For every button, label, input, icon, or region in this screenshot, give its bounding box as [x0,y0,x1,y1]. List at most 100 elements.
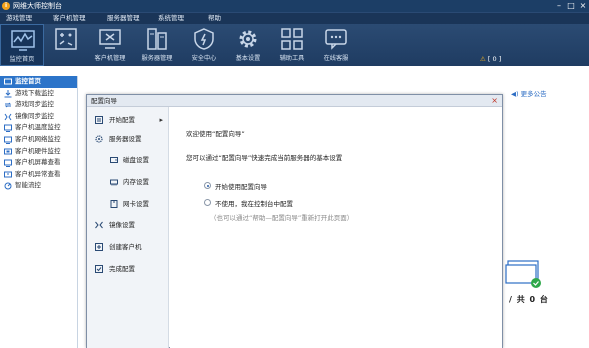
announcement-link[interactable]: ◀) 更多公告 [511,88,547,98]
sidebar-item-label: 客户机屏幕查看 [15,158,61,167]
sidebar-item-game-download[interactable]: 游戏下载监控 [0,88,77,100]
description-text: 您可以通过“配置向导”快速完成当前服务器的基本设置 [186,154,343,162]
error-icon [4,171,12,178]
tool-label: 服务器管理 [141,55,173,62]
sync-icon [4,102,12,108]
chat-icon [325,29,347,50]
mirror-icon [95,221,103,229]
wizard-step-label: 磁盘设置 [123,156,149,164]
wizard-step-label: 镜像设置 [109,221,135,229]
finish-config-icon [95,265,103,273]
config-wizard-dialog: 配置向导 × 开始配置 ▸ 服务器设置 磁盘设置 内存设置 网卡设置 镜像设置 [86,94,503,348]
sidebar-item-label: 客户机硬件监控 [15,146,61,155]
tool-label: 客户机管理 [94,55,126,62]
nic-icon [110,200,118,208]
wizard-step-nic[interactable]: 网卡设置 [87,197,169,211]
sidebar-item-label: 游戏下载监控 [15,88,54,97]
maximize-icon[interactable]: □ [565,0,577,12]
wizard-step-create-client[interactable]: 创建客户机 [87,240,169,254]
radio-use-wizard[interactable] [204,182,211,189]
sidebar: 监控首页 游戏下载监控 游戏同步监控 镜像同步监控 客户机温度监控 客户机网络监… [0,76,78,348]
minimize-icon[interactable]: – [553,0,565,12]
screen-icon [4,159,12,168]
download-icon [4,89,12,98]
sidebar-item-client-screen[interactable]: 客户机屏幕查看 [0,157,77,169]
client-count: / 共 0 台 [509,295,549,304]
sidebar-item-label: 游戏同步监控 [15,100,54,109]
menu-bar: 游戏管理 客户机管理 服务器管理 系统管理 帮助 [0,12,589,24]
tool-monitor-home[interactable]: 监控首页 [0,24,44,66]
close-window-icon[interactable]: × [577,0,589,12]
hint-text: （也可以通过“帮助—配置向导”重新打开此页面） [210,214,354,222]
sidebar-item-client-hardware[interactable]: 客户机硬件监控 [0,146,77,158]
tool-game[interactable] [44,24,88,66]
grid-icon [281,28,303,50]
home-icon [4,78,12,85]
wizard-step-memory[interactable]: 内存设置 [87,175,169,189]
alert-count: [ 0 ] [487,55,502,63]
monitor-chart-icon [11,30,35,51]
radio-use-wizard-label[interactable]: 开始使用配置向导 [215,181,267,191]
sidebar-item-game-sync[interactable]: 游戏同步监控 [0,99,77,111]
wizard-step-label: 服务器设置 [109,135,142,143]
wizard-step-server-settings[interactable]: 服务器设置 [87,132,169,146]
sidebar-item-label: 智能流控 [15,181,41,190]
game-pad-icon [55,28,77,50]
radio-skip-wizard[interactable] [204,199,211,206]
server-settings-icon [95,135,103,143]
sidebar-item-flow-control[interactable]: 智能流控 [0,180,77,192]
wizard-step-label: 完成配置 [109,265,135,273]
wizard-step-label: 内存设置 [123,178,149,186]
chevron-right-icon: ▸ [159,116,163,124]
sidebar-item-monitor-home[interactable]: 监控首页 [0,76,77,88]
menu-help[interactable]: 帮助 [208,13,221,24]
menu-server-management[interactable]: 服务器管理 [107,13,140,24]
temperature-icon [4,124,12,133]
tool-label: 在线客服 [323,55,349,62]
tool-basic-settings[interactable]: 基本设置 [226,24,270,66]
sidebar-item-label: 客户机温度监控 [15,123,61,132]
menu-game-management[interactable]: 游戏管理 [6,13,32,24]
start-config-icon [95,116,103,124]
image-sync-icon [4,113,12,121]
sidebar-item-client-temperature[interactable]: 客户机温度监控 [0,122,77,134]
dialog-title-bar: 配置向导 × [87,95,502,107]
warning-icon: ⚠ [480,55,486,63]
tool-client-management[interactable]: 客户机管理 [88,24,132,66]
client-pc-icon [99,29,121,49]
tool-online-support[interactable]: 在线客服 [314,24,358,66]
dialog-title: 配置向导 [91,97,117,105]
network-icon [4,136,12,144]
flow-control-icon [4,182,12,190]
title-bar: i 网维大师控制台 – □ × [0,0,589,12]
menu-system-management[interactable]: 系统管理 [158,13,184,24]
wizard-step-mirror[interactable]: 镜像设置 [87,218,169,232]
wizard-nav: 开始配置 ▸ 服务器设置 磁盘设置 内存设置 网卡设置 镜像设置 创建客户机 完… [87,107,169,348]
gear-icon [239,30,257,48]
wizard-body: 欢迎使用“配置向导” 您可以通过“配置向导”快速完成当前服务器的基本设置 开始使… [170,107,502,348]
welcome-text: 欢迎使用“配置向导” [186,130,245,138]
tool-security-center[interactable]: 安全中心 [182,24,226,66]
sidebar-item-client-network[interactable]: 客户机网络监控 [0,134,77,146]
disk-icon [110,157,118,163]
memory-icon [110,179,118,186]
wizard-step-disk[interactable]: 磁盘设置 [87,153,169,167]
window-title: 网维大师控制台 [13,2,62,10]
close-icon[interactable]: × [491,95,498,107]
tool-label: 辅助工具 [279,55,305,62]
sidebar-item-label: 监控首页 [15,77,41,85]
tool-aux-tools[interactable]: 辅助工具 [270,24,314,66]
menu-client-management[interactable]: 客户机管理 [53,13,86,24]
shield-icon [194,28,214,50]
radio-skip-wizard-label[interactable]: 不使用，我在控制台中配置 [215,198,293,208]
wizard-step-start[interactable]: 开始配置 ▸ [87,113,169,127]
sidebar-item-label: 客户机网络监控 [15,134,61,143]
sidebar-item-client-error[interactable]: 客户机异常查看 [0,169,77,181]
wizard-step-finish[interactable]: 完成配置 [87,262,169,276]
tool-server-management[interactable]: 服务器管理 [135,24,179,66]
wizard-step-label: 网卡设置 [123,200,149,208]
wizard-step-label: 创建客户机 [109,243,142,251]
alert-indicator[interactable]: ⚠ [ 0 ] [480,55,501,65]
sidebar-item-image-sync[interactable]: 镜像同步监控 [0,111,77,123]
announcement-label: 更多公告 [520,90,547,98]
